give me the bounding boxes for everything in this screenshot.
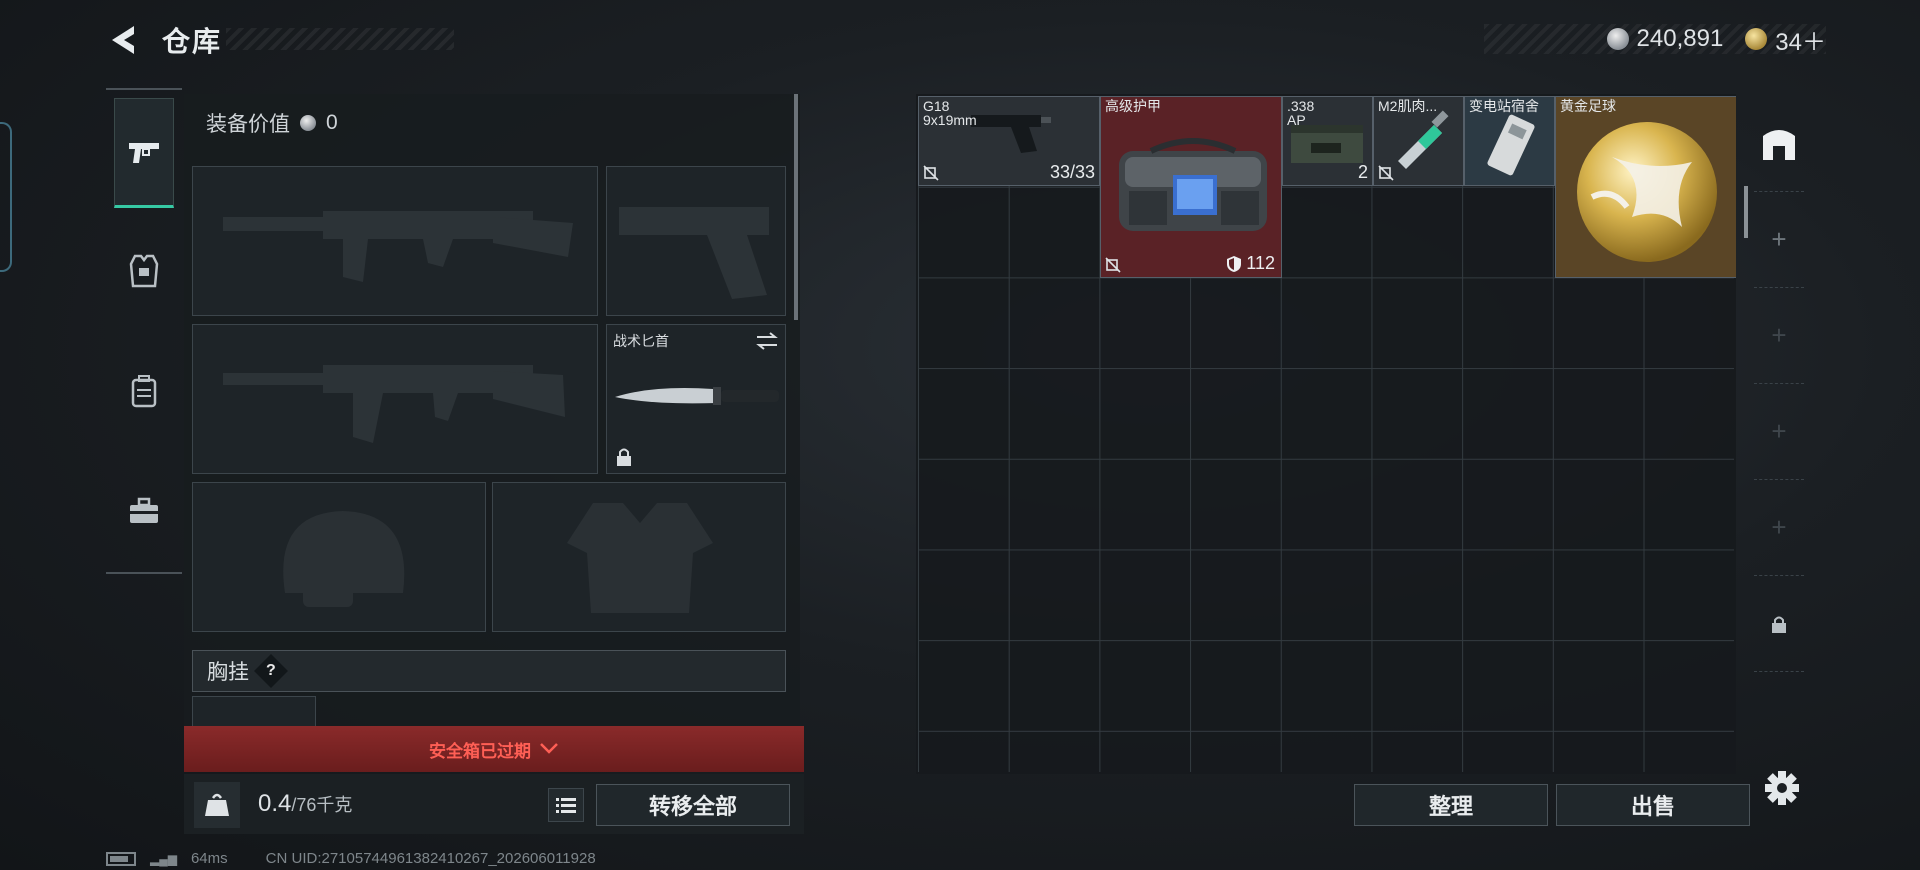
currency-bar: 240,891 34＋ bbox=[1484, 22, 1826, 57]
armor-vest-icon bbox=[129, 254, 159, 288]
tactical-knife-icon bbox=[615, 387, 779, 405]
weight-icon bbox=[194, 782, 240, 828]
rifle-silhouette-icon bbox=[223, 211, 573, 282]
secondary-weapon-slot[interactable] bbox=[192, 324, 598, 474]
no-drop-icon bbox=[923, 165, 939, 181]
settings-button[interactable] bbox=[1762, 768, 1802, 808]
backpack-icon bbox=[131, 375, 157, 408]
rail-add-slot[interactable]: + bbox=[1754, 384, 1804, 480]
durability-value: 112 bbox=[1246, 253, 1275, 273]
user-uid: CN UID:27105744961382410267_202606011928 bbox=[265, 850, 596, 867]
chest-rig-header: 胸挂 ? bbox=[192, 650, 786, 692]
golden-ball-icon bbox=[1577, 122, 1717, 262]
armor-bag-icon bbox=[1119, 138, 1267, 231]
item-name: 黄金足球 bbox=[1560, 98, 1616, 114]
keycard-icon bbox=[1487, 114, 1535, 176]
sort-button[interactable]: 整理 bbox=[1354, 784, 1548, 826]
signal-icon: ▂▄▆ bbox=[150, 851, 177, 866]
ping: 64ms bbox=[190, 850, 228, 867]
item-name: .338 AP bbox=[1287, 98, 1315, 128]
back-button[interactable] bbox=[104, 22, 144, 58]
item-name: 变电站宿舍 bbox=[1469, 98, 1539, 114]
silver-coin-icon bbox=[1606, 28, 1629, 50]
item-name: M2肌肉... bbox=[1378, 98, 1438, 114]
rail-locked-slot[interactable] bbox=[1754, 576, 1804, 672]
chest-rig-slot[interactable] bbox=[192, 696, 316, 726]
melee-slot[interactable]: 战术匕首 bbox=[606, 324, 786, 474]
item-name: 高级护甲 bbox=[1105, 98, 1161, 114]
stash-item-substation-dorm-key[interactable]: 变电站宿舍 bbox=[1464, 96, 1555, 186]
stash-item-m2-muscle[interactable]: M2肌肉... bbox=[1373, 96, 1464, 186]
pistol-icon bbox=[129, 143, 159, 163]
sell-button[interactable]: 出售 bbox=[1556, 784, 1750, 826]
category-rail bbox=[106, 88, 182, 574]
gear-icon bbox=[1765, 771, 1799, 805]
back-arrow-icon bbox=[112, 26, 134, 54]
equip-value-amount: 0 bbox=[326, 111, 338, 134]
rail-add-slot[interactable]: + bbox=[1754, 480, 1804, 576]
status-footer: ▂▄▆ 64ms CN UID:27105744961382410267_202… bbox=[106, 850, 596, 867]
swap-icon[interactable] bbox=[755, 331, 779, 351]
title-stripe bbox=[226, 28, 454, 50]
carry-weight: 0.4/76千克 bbox=[258, 790, 352, 818]
weight-max: /76千克 bbox=[291, 795, 353, 815]
lock-icon bbox=[617, 448, 631, 466]
silver-coin-icon bbox=[300, 115, 316, 131]
no-drop-icon bbox=[1378, 165, 1394, 181]
weight-current: 0.4 bbox=[258, 790, 292, 817]
chevron-down-icon bbox=[540, 743, 558, 754]
durability: 112 bbox=[1226, 253, 1275, 274]
briefcase-icon bbox=[130, 497, 158, 523]
container-icon bbox=[1763, 129, 1795, 160]
safe-box-expired-banner[interactable]: 安全箱已过期 bbox=[184, 726, 804, 772]
tab-case[interactable] bbox=[114, 456, 174, 566]
item-count: 33/33 bbox=[1049, 162, 1095, 182]
stash-item-338-ap[interactable]: .338 AP 2 bbox=[1282, 96, 1373, 186]
syringe-icon bbox=[1398, 110, 1449, 169]
stash-item-advanced-armor[interactable]: 高级护甲 112 bbox=[1100, 96, 1282, 278]
help-icon[interactable]: ? bbox=[254, 654, 288, 688]
lock-icon bbox=[1772, 616, 1786, 633]
helmet-slot[interactable] bbox=[192, 482, 486, 632]
primary-weapon-slot[interactable] bbox=[192, 166, 598, 316]
pistol-silhouette-icon bbox=[619, 207, 769, 299]
page-title: 仓库 bbox=[162, 26, 223, 57]
pistol-icon bbox=[971, 115, 1051, 153]
chest-rig-label: 胸挂 bbox=[207, 661, 249, 684]
ammo-box-icon bbox=[1291, 125, 1363, 163]
item-name: G18 9x19mm bbox=[923, 98, 977, 128]
no-drop-icon bbox=[1105, 257, 1121, 273]
safe-box-expired-text: 安全箱已过期 bbox=[429, 741, 531, 761]
equip-value-label: 装备价值 bbox=[206, 113, 290, 136]
tab-backpack[interactable] bbox=[114, 336, 174, 446]
stash-item-g18[interactable]: G18 9x19mm 33/33 bbox=[918, 96, 1100, 186]
tab-armor[interactable] bbox=[114, 216, 174, 326]
transfer-all-button[interactable]: 转移全部 bbox=[596, 784, 790, 826]
silver-balance: 240,891 bbox=[1636, 25, 1724, 52]
vest-silhouette-icon bbox=[567, 503, 713, 613]
gold-balance[interactable]: 34＋ bbox=[1775, 22, 1826, 57]
battery-icon bbox=[106, 851, 136, 866]
melee-label: 战术匕首 bbox=[613, 333, 669, 349]
tab-weapons[interactable] bbox=[114, 98, 174, 208]
shield-icon bbox=[1227, 255, 1242, 272]
stash-grid[interactable]: G18 9x19mm 33/33 高级护甲 112 .338 AP 2 M2肌肉… bbox=[916, 94, 1736, 774]
list-icon bbox=[556, 798, 576, 813]
loadout-scrollbar[interactable] bbox=[794, 94, 798, 320]
gold-coin-icon bbox=[1745, 28, 1768, 50]
left-edge-handle[interactable] bbox=[0, 122, 12, 272]
sidearm-slot[interactable] bbox=[606, 166, 786, 316]
stash-item-golden-football[interactable]: 黄金足球 bbox=[1555, 96, 1736, 278]
rifle-silhouette-icon bbox=[223, 365, 565, 443]
rail-add-slot[interactable]: + bbox=[1754, 192, 1804, 288]
rail-add-slot[interactable]: + bbox=[1754, 288, 1804, 384]
rail-container-tab[interactable] bbox=[1754, 96, 1804, 192]
stash-side-rail: + + + + bbox=[1746, 94, 1812, 678]
list-view-button[interactable] bbox=[548, 788, 584, 822]
body-armor-slot[interactable] bbox=[492, 482, 786, 632]
equip-value: 装备价值 0 bbox=[206, 108, 338, 138]
helmet-silhouette-icon bbox=[283, 511, 405, 607]
item-count: 2 bbox=[1357, 162, 1368, 182]
